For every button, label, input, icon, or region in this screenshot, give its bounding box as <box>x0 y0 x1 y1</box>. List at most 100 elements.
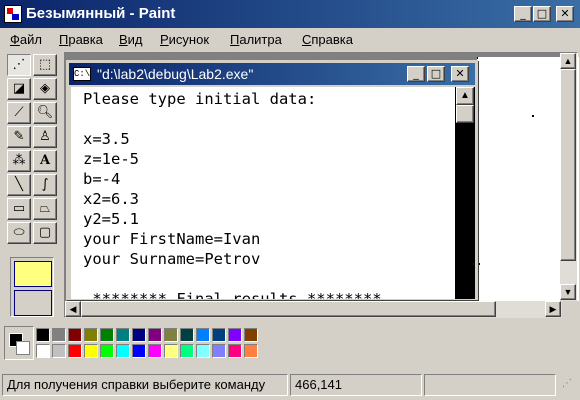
menu-palette[interactable]: Палитра <box>230 32 282 47</box>
free-select-tool[interactable]: ⋰ <box>7 54 31 76</box>
console-line: ******** Final results ******** <box>83 290 382 300</box>
palette-swatch[interactable] <box>84 328 98 342</box>
scroll-corner <box>562 301 579 318</box>
free-select-icon: ⋰ <box>12 57 26 72</box>
text-tool[interactable]: A <box>33 150 57 172</box>
rectangle-icon: ▭ <box>12 201 26 216</box>
palette-swatch[interactable] <box>68 328 82 342</box>
menu-image[interactable]: Рисунок <box>160 32 209 47</box>
paint-app-icon[interactable] <box>4 5 22 23</box>
polygon-tool[interactable]: ⏢ <box>33 198 57 220</box>
palette-swatch[interactable] <box>36 328 50 342</box>
palette-swatch[interactable] <box>68 344 82 358</box>
palette-swatch[interactable] <box>244 344 258 358</box>
status-size <box>424 374 556 396</box>
palette-swatch[interactable] <box>212 328 226 342</box>
vertical-scroll-thumb[interactable] <box>560 69 576 261</box>
ellipse-icon: ⬭ <box>13 225 25 240</box>
palette-swatch[interactable] <box>52 344 66 358</box>
palette-swatch[interactable] <box>132 344 146 358</box>
curve-tool[interactable]: ∫ <box>33 174 57 196</box>
canvas-dot <box>478 263 480 265</box>
window-title: Безымянный - Paint <box>26 5 176 22</box>
pencil-tool[interactable]: ✎ <box>7 126 31 148</box>
resize-grip-icon[interactable]: ⋰ <box>558 374 578 396</box>
opaque-option-icon[interactable] <box>14 261 52 287</box>
palette-swatch[interactable] <box>132 328 146 342</box>
console-icon[interactable]: C:\ <box>73 67 91 81</box>
canvas-dot <box>532 115 534 117</box>
palette-swatch[interactable] <box>212 344 226 358</box>
brush-tool[interactable]: ♙ <box>33 126 57 148</box>
horizontal-scroll-thumb[interactable] <box>81 301 496 317</box>
close-button[interactable]: ✕ <box>556 6 574 22</box>
horizontal-scrollbar[interactable]: ◀ ▶ <box>65 301 562 318</box>
console-line: y2=5.1 <box>83 210 139 228</box>
title-bar[interactable]: Безымянный - Paint _ □ ✕ <box>0 0 580 28</box>
menu-file[interactable]: Файл <box>10 32 42 47</box>
palette-swatch[interactable] <box>100 344 114 358</box>
menu-help[interactable]: Справка <box>302 32 353 47</box>
console-scroll-up-icon[interactable]: ▲ <box>456 87 474 105</box>
color-picker-tool[interactable]: ⟋ <box>7 102 31 124</box>
airbrush-tool[interactable]: ⁂ <box>7 150 31 172</box>
ellipse-tool[interactable]: ⬭ <box>7 222 31 244</box>
text-icon: A <box>39 153 51 168</box>
console-close-button[interactable]: ✕ <box>451 66 469 82</box>
maximize-button[interactable]: □ <box>533 6 551 22</box>
console-window[interactable]: C:\ "d:\lab2\debug\Lab2.exe" _ □ ✕ Pleas… <box>66 60 478 300</box>
magnifier-icon: 🔍︎ <box>36 105 54 120</box>
rounded-rect-tool[interactable]: ▢ <box>33 222 57 244</box>
palette-swatch[interactable] <box>196 328 210 342</box>
console-line: x=3.5 <box>83 130 130 148</box>
console-line: your Surname=Petrov <box>83 250 261 268</box>
console-scroll-thumb[interactable] <box>456 105 474 123</box>
scroll-up-icon[interactable]: ▲ <box>560 53 576 69</box>
brush-icon: ♙ <box>39 129 51 144</box>
rectangle-tool[interactable]: ▭ <box>7 198 31 220</box>
line-tool[interactable]: ╲ <box>7 174 31 196</box>
status-help-text: Для получения справки выберите команду <box>2 374 288 396</box>
vertical-scrollbar[interactable]: ▲ ▼ <box>560 53 577 301</box>
toolbox: ⋰ ⬚ ◪ ◈ ⟋ 🔍︎ ✎ ♙ ⁂ A ╲ ∫ ▭ ⏢ ⬭ ▢ <box>4 52 60 322</box>
status-coordinates: 466,141 <box>290 374 422 396</box>
palette-swatch[interactable] <box>52 328 66 342</box>
scroll-down-icon[interactable]: ▼ <box>560 284 576 300</box>
rect-select-icon: ⬚ <box>38 57 52 72</box>
palette-swatch[interactable] <box>116 344 130 358</box>
palette-swatch[interactable] <box>148 328 162 342</box>
console-title-bar[interactable]: C:\ "d:\lab2\debug\Lab2.exe" _ □ ✕ <box>69 63 475 85</box>
palette-swatch[interactable] <box>196 344 210 358</box>
palette-swatch[interactable] <box>180 328 194 342</box>
rect-select-tool[interactable]: ⬚ <box>33 54 57 76</box>
scroll-right-icon[interactable]: ▶ <box>545 301 561 317</box>
palette-swatch[interactable] <box>228 328 242 342</box>
palette-swatch[interactable] <box>164 344 178 358</box>
pencil-icon: ✎ <box>13 129 25 144</box>
console-maximize-button[interactable]: □ <box>427 66 445 82</box>
scroll-left-icon[interactable]: ◀ <box>65 301 81 317</box>
menu-edit[interactable]: Правка <box>59 32 103 47</box>
airbrush-icon: ⁂ <box>12 153 26 168</box>
magnifier-tool[interactable]: 🔍︎ <box>33 102 57 124</box>
current-colors[interactable] <box>4 326 34 360</box>
transparent-option-icon[interactable] <box>14 290 52 316</box>
fill-tool[interactable]: ◈ <box>33 78 57 100</box>
console-scrollbar[interactable]: ▲ <box>455 87 475 299</box>
menu-view[interactable]: Вид <box>119 32 143 47</box>
palette-swatch[interactable] <box>36 344 50 358</box>
palette-swatch[interactable] <box>116 328 130 342</box>
palette-swatch[interactable] <box>164 328 178 342</box>
palette-swatch[interactable] <box>228 344 242 358</box>
palette-swatch[interactable] <box>100 328 114 342</box>
console-minimize-button[interactable]: _ <box>407 66 425 82</box>
minimize-button[interactable]: _ <box>514 6 532 22</box>
eraser-tool[interactable]: ◪ <box>7 78 31 100</box>
console-output[interactable]: Please type initial data: x=3.5 z=1e-5 b… <box>71 87 455 300</box>
palette-swatch[interactable] <box>84 344 98 358</box>
palette-swatch[interactable] <box>244 328 258 342</box>
palette-swatch[interactable] <box>148 344 162 358</box>
console-line: z=1e-5 <box>83 150 139 168</box>
palette-swatch[interactable] <box>180 344 194 358</box>
